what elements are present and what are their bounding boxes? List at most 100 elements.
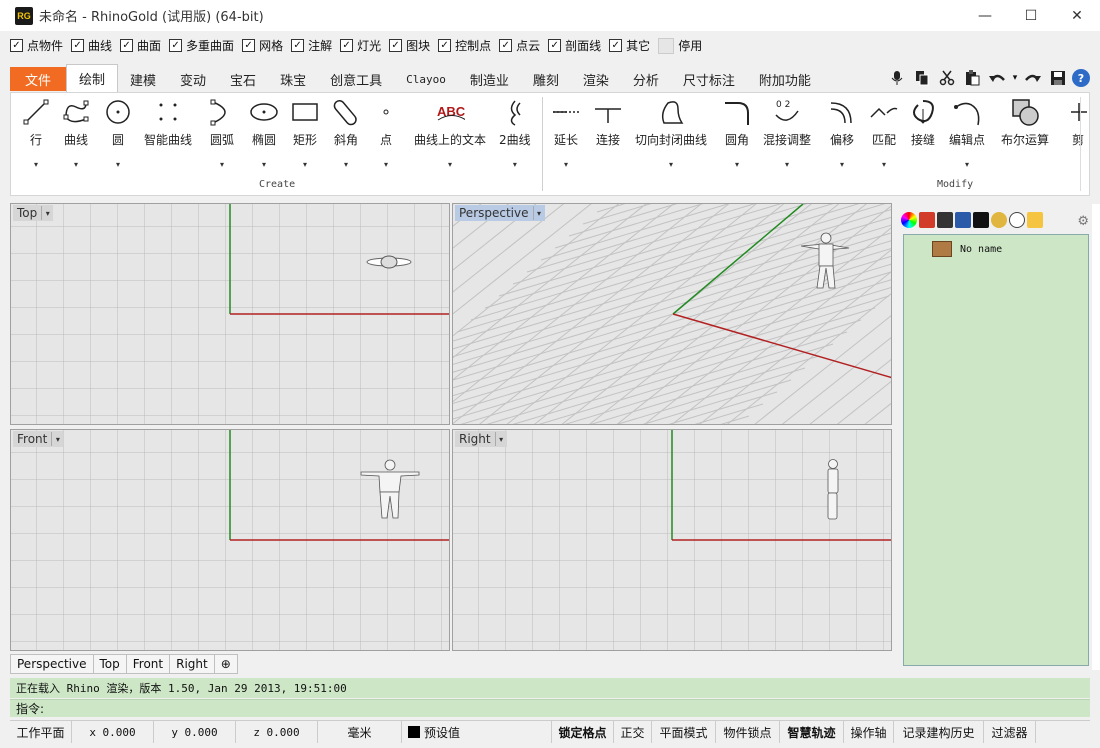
ribbon-scrollbar[interactable]	[1080, 97, 1088, 191]
tab-right-view[interactable]: Right	[169, 654, 215, 674]
filter-hatches[interactable]: ✓ 剖面线	[548, 37, 601, 54]
smarttrack-toggle[interactable]: 智慧轨迹	[780, 721, 844, 743]
checkbox[interactable]: ✓	[609, 39, 623, 52]
chevron-down-icon[interactable]: ▾	[384, 160, 388, 169]
checkbox[interactable]: ✓	[242, 39, 256, 52]
boolean-button[interactable]: 布尔运算	[1001, 97, 1049, 148]
undo-dropdown-icon[interactable]: ▾	[1011, 67, 1019, 89]
extend-button[interactable]: 延长 ▾	[551, 97, 581, 169]
filter-toggle[interactable]: 过滤器	[984, 721, 1036, 743]
edit-points-button[interactable]: 编辑点 ▾	[949, 97, 985, 169]
chevron-down-icon[interactable]: ▾	[34, 160, 38, 169]
sun-icon[interactable]	[991, 212, 1007, 228]
units-label[interactable]: 毫米	[318, 721, 402, 743]
chevron-down-icon[interactable]: ▾	[669, 160, 673, 169]
current-layer[interactable]: 预设值	[402, 721, 552, 743]
curve-button[interactable]: 曲线 ▾	[61, 97, 91, 169]
rectangle-button[interactable]: 矩形 ▾	[290, 97, 320, 169]
paste-icon[interactable]	[961, 67, 983, 89]
help-panel-icon[interactable]	[955, 212, 971, 228]
checkbox[interactable]: ✓	[291, 39, 305, 52]
filter-annotations[interactable]: ✓ 注解	[291, 37, 332, 54]
viewport-top[interactable]: Top ▾	[10, 203, 450, 425]
maximize-button[interactable]: ☐	[1008, 0, 1054, 31]
viewport-perspective-label[interactable]: Perspective ▾	[455, 205, 545, 221]
tangent-close-curve-button[interactable]: 切向封闭曲线 ▾	[635, 97, 707, 169]
close-button[interactable]: ✕	[1054, 0, 1100, 31]
tab-sculpt[interactable]: 雕刻	[521, 66, 571, 92]
tab-draw[interactable]: 绘制	[66, 64, 119, 92]
help-icon[interactable]: ?	[1072, 69, 1090, 87]
filter-points[interactable]: ✓ 点物件	[10, 37, 63, 54]
tab-render[interactable]: 渲染	[571, 66, 621, 92]
text-on-curve-button[interactable]: ABC 曲线上的文本 ▾	[414, 97, 486, 169]
microphone-icon[interactable]	[886, 67, 908, 89]
chevron-down-icon[interactable]: ▾	[513, 160, 517, 169]
trim-button[interactable]: 剪	[1063, 97, 1093, 148]
tab-clayoo[interactable]: Clayoo	[394, 66, 458, 92]
ortho-toggle[interactable]: 正交	[614, 721, 652, 743]
tab-dimensions[interactable]: 尺寸标注	[671, 66, 747, 92]
filter-control-points[interactable]: ✓ 控制点	[438, 37, 491, 54]
filter-curves[interactable]: ✓ 曲线	[71, 37, 112, 54]
viewport-menu-icon[interactable]: ▾	[532, 206, 545, 220]
viewport-front[interactable]: Front ▾	[10, 429, 450, 651]
chevron-down-icon[interactable]: ▾	[220, 160, 224, 169]
viewport-right[interactable]: Right ▾	[452, 429, 892, 651]
tab-jewelry[interactable]: 珠宝	[268, 66, 318, 92]
filter-surfaces[interactable]: ✓ 曲面	[120, 37, 161, 54]
filter-disable[interactable]: 停用	[658, 37, 702, 54]
checkbox[interactable]: ✓	[438, 39, 452, 52]
save-icon[interactable]	[1047, 67, 1069, 89]
checkbox[interactable]: ✓	[499, 39, 513, 52]
viewport-menu-icon[interactable]: ▾	[41, 206, 53, 220]
filter-lights[interactable]: ✓ 灯光	[340, 37, 381, 54]
tab-transform[interactable]: 变动	[168, 66, 218, 92]
checkbox[interactable]: ✓	[169, 39, 183, 52]
rhinogold-panel-icon[interactable]	[973, 212, 989, 228]
blend-adjust-button[interactable]: 0 2 混接调整 ▾	[763, 97, 811, 169]
tab-gems[interactable]: 宝石	[218, 66, 268, 92]
chevron-down-icon[interactable]: ▾	[564, 160, 568, 169]
redo-icon[interactable]	[1022, 67, 1044, 89]
undo-icon[interactable]	[986, 67, 1008, 89]
osnap-toggle[interactable]: 物件锁点	[716, 721, 780, 743]
copy-icon[interactable]	[911, 67, 933, 89]
panel-settings-icon[interactable]: ⚙	[1077, 214, 1089, 229]
slot-button[interactable]: 斜角 ▾	[331, 97, 361, 169]
viewport-perspective[interactable]: Perspective ▾	[452, 203, 892, 425]
chevron-down-icon[interactable]: ▾	[448, 160, 452, 169]
checkbox[interactable]: ✓	[340, 39, 354, 52]
line-button[interactable]: 行 ▾	[21, 97, 51, 169]
tab-perspective-view[interactable]: Perspective	[10, 654, 94, 674]
match-button[interactable]: 匹配 ▾	[869, 97, 899, 169]
chevron-down-icon[interactable]: ▾	[965, 160, 969, 169]
checkbox[interactable]: ✓	[389, 39, 403, 52]
display-icon[interactable]	[937, 212, 953, 228]
tab-addons[interactable]: 附加功能	[747, 66, 823, 92]
circle-button[interactable]: 圆 ▾	[103, 97, 133, 169]
checkbox[interactable]: ✓	[10, 39, 23, 52]
arc-button[interactable]: 圆弧 ▾	[207, 97, 237, 169]
cut-icon[interactable]	[936, 67, 958, 89]
command-prompt[interactable]: 指令:	[10, 699, 1090, 717]
chevron-down-icon[interactable]: ▾	[303, 160, 307, 169]
tab-creative-tools[interactable]: 创意工具	[318, 66, 394, 92]
minimize-button[interactable]: —	[962, 0, 1008, 31]
planar-toggle[interactable]: 平面模式	[652, 721, 716, 743]
viewport-menu-icon[interactable]: ▾	[494, 432, 507, 446]
two-curves-button[interactable]: 2曲线 ▾	[499, 97, 531, 169]
connect-button[interactable]: 连接	[593, 97, 623, 148]
file-tab[interactable]: 文件	[10, 67, 66, 91]
viewport-top-label[interactable]: Top ▾	[13, 205, 54, 221]
offset-button[interactable]: 偏移 ▾	[827, 97, 857, 169]
record-history-toggle[interactable]: 记录建构历史	[894, 721, 984, 743]
viewport-right-label[interactable]: Right ▾	[455, 431, 507, 447]
grid-snap-toggle[interactable]: 锁定格点	[552, 721, 614, 743]
chevron-down-icon[interactable]: ▾	[735, 160, 739, 169]
tab-analyze[interactable]: 分析	[621, 66, 671, 92]
filter-meshes[interactable]: ✓ 网格	[242, 37, 283, 54]
ellipse-button[interactable]: 椭圆 ▾	[249, 97, 279, 169]
filter-other[interactable]: ✓ 其它	[609, 37, 650, 54]
tab-front-view[interactable]: Front	[125, 654, 171, 674]
